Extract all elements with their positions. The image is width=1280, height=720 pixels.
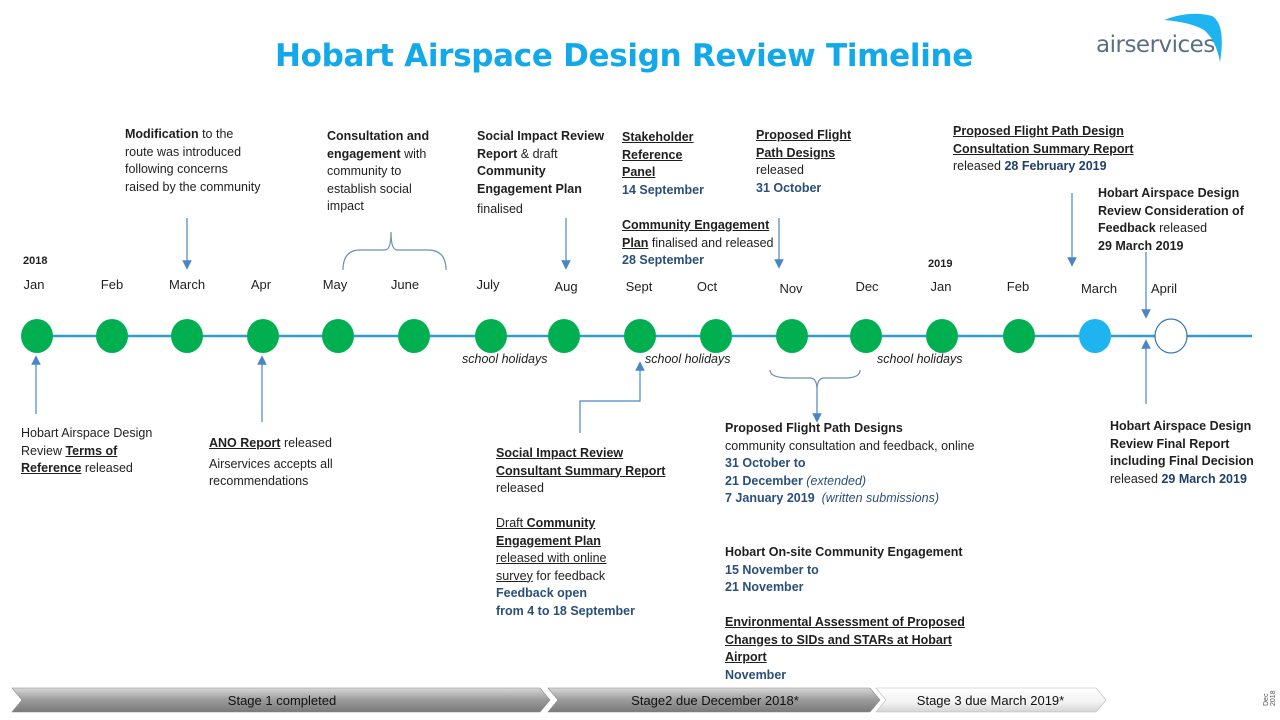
month-label: Feb <box>1006 279 1030 294</box>
year-label: 2019 <box>928 258 953 270</box>
month-label: June <box>390 277 420 292</box>
brace-pfpd-consult <box>769 369 861 391</box>
stage-1-label: Stage 1 completed <box>227 693 337 708</box>
annotation-pfpd-consultation: Proposed Flight Path Designs community c… <box>725 421 975 505</box>
milestone-node-completed <box>171 319 203 353</box>
month-label: April <box>1150 281 1177 296</box>
annotation-final-report: Hobart Airspace Design Review Final Repo… <box>1110 419 1254 486</box>
annotation-consultation: Consultation and engagement with communi… <box>327 129 430 213</box>
annotation-ano-report: ANO Report released Airservices accepts … <box>209 436 333 488</box>
milestone-node-completed <box>398 319 430 353</box>
milestone-node-completed <box>247 319 279 353</box>
month-label: Apr <box>250 277 272 292</box>
milestone-node-completed <box>475 319 507 353</box>
month-label: Feb <box>100 277 124 292</box>
month-label: Nov <box>779 281 803 296</box>
school-holidays-label: school holidays <box>645 352 731 366</box>
annotation-summary-report: Proposed Flight Path Design Consultation… <box>953 124 1134 173</box>
milestone-node-completed <box>322 319 354 353</box>
month-label: Jan <box>23 277 45 292</box>
stage-3-label: Stage 3 due March 2019* <box>916 693 1065 708</box>
annotation-onsite-engagement: Hobart On-site Community Engagement 15 N… <box>725 545 963 594</box>
milestone-node-completed <box>548 319 580 353</box>
milestone-node-upcoming <box>1154 318 1188 354</box>
month-label: Aug <box>554 279 578 294</box>
annotation-terms-of-reference: Hobart Airspace Design Review Terms of R… <box>21 426 153 475</box>
stage-2-label: Stage2 due December 2018* <box>631 693 799 708</box>
month-label: May <box>322 277 348 292</box>
year-label: 2018 <box>23 255 48 267</box>
milestone-node-completed <box>926 319 958 353</box>
milestone-node-completed <box>624 319 656 353</box>
milestone-node-completed <box>700 319 732 353</box>
brace-consultation <box>342 231 447 271</box>
annotation-social-impact: Social Impact Review Report & draft Comm… <box>477 129 605 216</box>
month-label: July <box>476 277 500 292</box>
annotation-cep-finalised: Community Engagement Plan finalised and … <box>622 218 774 267</box>
school-holidays-label: school holidays <box>462 352 548 366</box>
annotation-consideration: Hobart Airspace Design Review Considerat… <box>1098 186 1244 253</box>
annotation-pfpd-released: Proposed Flight Path Designs released 31… <box>756 128 852 195</box>
milestone-node-completed <box>850 319 882 353</box>
milestone-node-completed <box>1003 319 1035 353</box>
month-label: Dec <box>855 279 879 294</box>
arrow-sir-consultant <box>579 361 645 433</box>
milestone-node-completed <box>96 319 128 353</box>
annotation-modification: Modification to the route was introduced… <box>125 127 261 194</box>
annotation-sir-consultant: Social Impact Review Consultant Summary … <box>496 446 666 495</box>
footer-date: Dec 2018 <box>1263 690 1277 706</box>
month-label: Jan <box>930 279 952 294</box>
school-holidays-label: school holidays <box>877 352 963 366</box>
annotation-draft-cep: Draft Community Engagement Plan released… <box>496 516 635 618</box>
milestone-node-completed <box>776 319 808 353</box>
month-label: Sept <box>625 279 653 294</box>
annotation-stakeholder-panel: Stakeholder Reference Panel 14 September <box>622 130 704 197</box>
month-label: March <box>168 277 206 292</box>
timeline-graphics <box>21 193 1252 433</box>
month-label: March <box>1080 281 1118 296</box>
month-label: Oct <box>696 279 718 294</box>
milestone-node-completed <box>21 319 53 353</box>
annotation-environmental-assessment: Environmental Assessment of Proposed Cha… <box>725 615 965 682</box>
milestone-node-current <box>1079 319 1111 353</box>
